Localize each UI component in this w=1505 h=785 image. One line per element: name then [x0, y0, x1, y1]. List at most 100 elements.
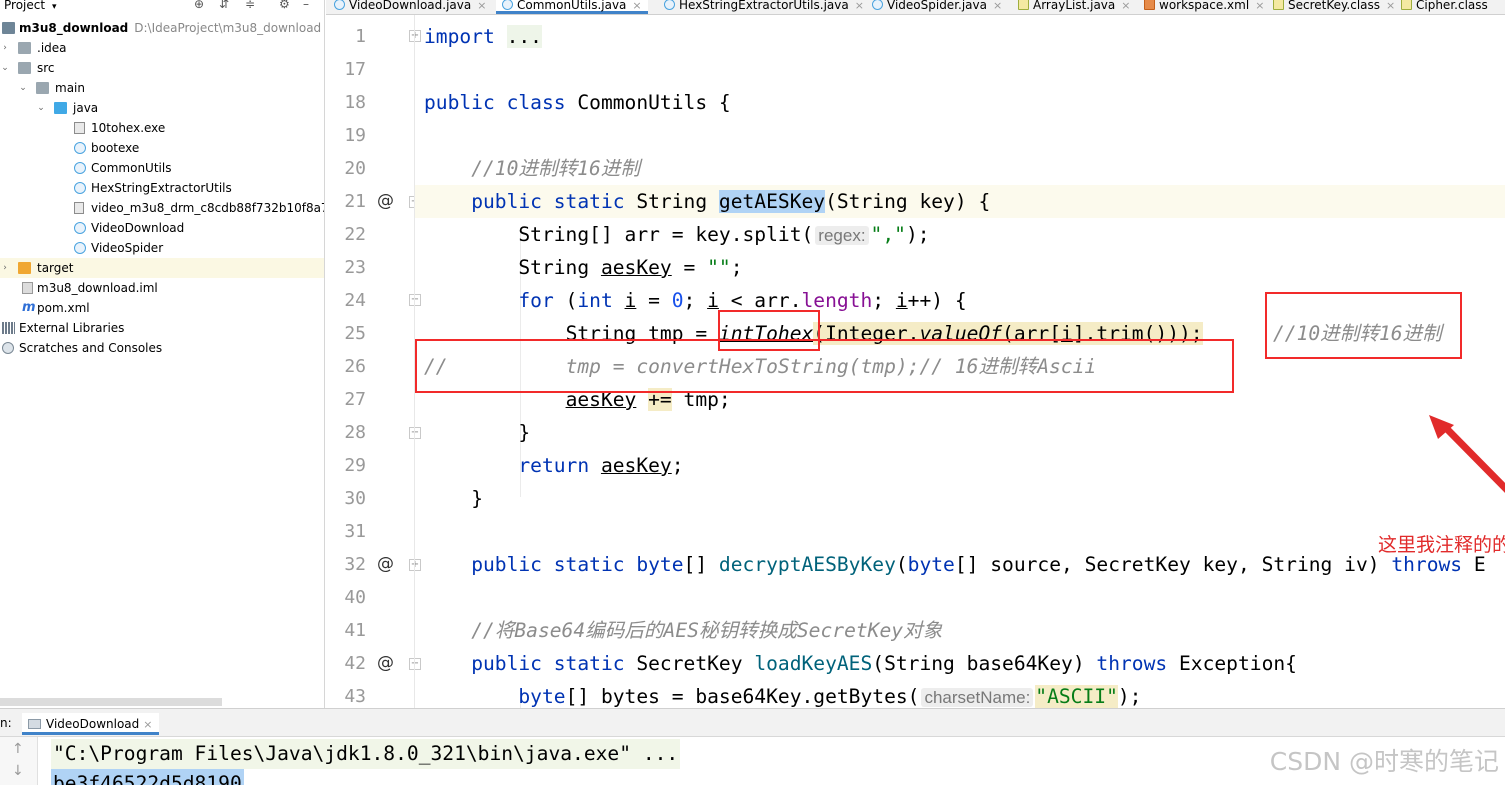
close-icon[interactable]: × — [143, 718, 152, 731]
chevron-down-icon[interactable]: ⌄ — [0, 58, 10, 78]
close-icon[interactable]: × — [855, 0, 864, 12]
arrow-down-icon[interactable]: ↓ — [12, 763, 24, 779]
console-command-line: "C:\Program Files\Java\jdk1.8.0_321\bin\… — [51, 739, 681, 769]
root-name: m3u8_download — [19, 21, 129, 35]
tree-item-scratches[interactable]: Scratches and Consoles — [0, 338, 324, 358]
tree-item-video-m3u8-drm[interactable]: video_m3u8_drm_c8cdb88f732b10f8a738 — [0, 198, 324, 218]
root-path: D:\IdeaProject\m3u8_download — [134, 21, 322, 35]
annotation-note: 这里我注释的的，是我后期注释的 — [1378, 534, 1505, 556]
run-panel-title: n: — [0, 716, 12, 730]
override-marker-icon[interactable]: @ — [377, 185, 394, 218]
tree-item-label: bootexe — [91, 141, 140, 155]
tree-item-iml[interactable]: m3u8_download.iml — [0, 278, 324, 298]
class-icon — [74, 162, 86, 174]
console-output-line[interactable]: be3f46522d5d8190 — [51, 769, 244, 785]
expand-all-icon[interactable]: ⇵ — [219, 0, 229, 10]
expand-fold-icon[interactable]: + — [409, 559, 421, 571]
line-number: 19 — [344, 125, 366, 146]
tab-secretkey[interactable]: SecretKey.class × — [1273, 0, 1395, 14]
locate-icon[interactable]: ⊕ — [194, 0, 204, 10]
folded-imports[interactable]: ... — [506, 25, 542, 48]
tree-item-target[interactable]: › target — [0, 258, 324, 278]
run-tab-label: VideoDownload — [46, 717, 140, 731]
tab-hexstringextractorutils[interactable]: HexStringExtractorUtils.java × — [664, 0, 864, 14]
collapse-fold-icon[interactable]: − — [409, 294, 421, 306]
module-file-icon — [22, 282, 33, 294]
code-editor[interactable]: 1 17 18 19 20 21 22 23 24 25 26 27 28 29… — [326, 15, 1505, 708]
tree-item-10tohex[interactable]: 10tohex.exe — [0, 118, 324, 138]
maven-icon: m — [22, 300, 36, 315]
chevron-down-icon[interactable]: ⌄ — [36, 98, 46, 118]
close-icon[interactable]: × — [1255, 0, 1264, 12]
class-icon — [74, 182, 86, 194]
code-line: //将Base64编码后的AES秘钥转换成SecretKey对象 — [471, 619, 943, 642]
run-tab-bar: n: VideoDownload × — [0, 709, 1505, 737]
run-tab-videodownload[interactable]: VideoDownload × — [22, 713, 159, 735]
tab-videospider[interactable]: VideoSpider.java × — [872, 0, 1002, 14]
code-line: for (int i = 0; i < arr.length; i++) { — [518, 289, 967, 312]
line-number: 21 — [344, 191, 366, 212]
close-icon[interactable]: × — [1121, 0, 1130, 12]
tree-item-label: .idea — [37, 41, 67, 55]
horizontal-scrollbar[interactable] — [0, 698, 222, 706]
line-number: 26 — [344, 356, 366, 377]
line-number: 24 — [344, 290, 366, 311]
project-view-title[interactable]: Project — [4, 0, 45, 11]
line-number: 32 — [344, 554, 366, 575]
excluded-folder-icon — [18, 262, 31, 274]
tab-commonutils[interactable]: CommonUtils.java × — [496, 0, 648, 14]
close-icon[interactable]: × — [993, 0, 1002, 12]
tree-item-main[interactable]: ⌄ main — [0, 78, 324, 98]
tree-item-java[interactable]: ⌄ java — [0, 98, 324, 118]
tab-label: VideoSpider.java — [887, 0, 987, 12]
class-icon — [872, 0, 883, 10]
chevron-right-icon[interactable]: › — [0, 258, 10, 278]
tree-item-label: CommonUtils — [91, 161, 172, 175]
tree-item-label: src — [37, 61, 55, 75]
tree-item-idea[interactable]: › .idea — [0, 38, 324, 58]
line-number: 17 — [344, 59, 366, 80]
library-icon — [2, 322, 15, 334]
tree-item-external-libraries[interactable]: External Libraries — [0, 318, 324, 338]
close-icon[interactable]: × — [632, 0, 641, 12]
tree-item-hexstringextractorutils[interactable]: HexStringExtractorUtils — [0, 178, 324, 198]
tab-label: ArrayList.java — [1033, 0, 1116, 12]
chevron-down-icon[interactable]: ⌄ — [18, 78, 28, 98]
tab-videodownload[interactable]: VideoDownload.java × — [334, 0, 486, 14]
tab-arraylist[interactable]: ArrayList.java × — [1018, 0, 1130, 14]
folder-icon — [36, 82, 49, 94]
tab-cipher[interactable]: Cipher.class — [1401, 0, 1488, 14]
tree-item-label: External Libraries — [19, 321, 125, 335]
tree-item-videospider[interactable]: VideoSpider — [0, 238, 324, 258]
class-icon — [664, 0, 675, 10]
hide-icon[interactable]: – — [303, 0, 309, 10]
tree-item-commonutils[interactable]: CommonUtils — [0, 158, 324, 178]
override-marker-icon[interactable]: @ — [377, 647, 394, 680]
tree-item-root[interactable]: m3u8_download D:\IdeaProject\m3u8_downloa… — [0, 18, 324, 38]
collapse-fold-icon[interactable]: − — [409, 658, 421, 670]
project-panel: Project ▾ ⊕ ⇵ ≑ ⚙ – m3u8_download D:\Idea… — [0, 0, 325, 708]
close-icon[interactable]: × — [477, 0, 486, 12]
tree-item-videodownload[interactable]: VideoDownload — [0, 218, 324, 238]
expand-fold-icon[interactable]: + — [409, 30, 421, 42]
class-icon — [74, 222, 86, 234]
tab-workspace-xml[interactable]: workspace.xml × — [1144, 0, 1264, 14]
collapse-all-icon[interactable]: ≑ — [245, 0, 255, 10]
close-icon[interactable]: × — [1386, 0, 1395, 12]
tree-item-pom[interactable]: m pom.xml — [0, 298, 324, 318]
source-folder-icon — [54, 102, 67, 114]
chevron-down-icon[interactable]: ▾ — [52, 1, 57, 13]
chevron-right-icon[interactable]: › — [0, 38, 10, 58]
override-marker-icon[interactable]: @ — [377, 548, 394, 581]
project-header: Project ▾ ⊕ ⇵ ≑ ⚙ – — [0, 0, 324, 14]
code-line: //10进制转16进制 — [471, 157, 640, 180]
gear-icon[interactable]: ⚙ — [279, 0, 290, 10]
tree-item-src[interactable]: ⌄ src — [0, 58, 324, 78]
run-toolbar: ↑ ↓ — [0, 737, 38, 785]
line-number: 43 — [344, 686, 366, 707]
editor-tab-bar: VideoDownload.java × CommonUtils.java × He… — [326, 0, 1505, 15]
annotation-box-commented-line — [415, 339, 1234, 393]
tree-item-bootexe[interactable]: bootexe — [0, 138, 324, 158]
arrow-up-icon[interactable]: ↑ — [12, 741, 24, 757]
collapse-fold-icon[interactable]: − — [409, 427, 421, 439]
